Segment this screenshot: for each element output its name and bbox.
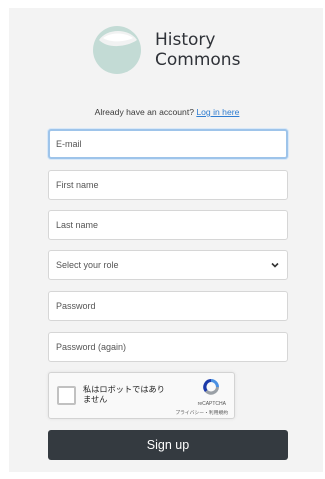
captcha-label: 私はロボットではありません [83, 384, 165, 404]
history-commons-logo [93, 26, 141, 74]
recaptcha-logo-icon [203, 379, 219, 395]
password-field[interactable] [48, 291, 288, 321]
login-prompt-text: Already have an account? [94, 107, 194, 117]
password-again-field[interactable] [48, 332, 288, 362]
brand-title: History Commons [155, 30, 240, 70]
first-name-field[interactable] [48, 170, 288, 200]
login-prompt: Already have an account? Log in here [0, 107, 325, 117]
last-name-field[interactable] [48, 210, 288, 240]
role-select[interactable]: Select your role [48, 250, 288, 280]
email-field[interactable] [48, 129, 288, 159]
signup-button[interactable]: Sign up [48, 430, 288, 460]
login-link[interactable]: Log in here [196, 107, 239, 117]
captcha-checkbox[interactable] [57, 386, 76, 405]
brand-line-1: History [155, 30, 216, 50]
recaptcha-brand: reCAPTCHA [197, 401, 226, 407]
brand-line-2: Commons [155, 50, 241, 70]
recaptcha-widget: 私はロボットではありません reCAPTCHA プライバシー・利用規約 [48, 372, 235, 419]
role-select-wrapper: Select your role [48, 250, 288, 280]
recaptcha-terms-links[interactable]: プライバシー・利用規約 [175, 409, 228, 416]
role-select-value: Select your role [56, 260, 119, 270]
